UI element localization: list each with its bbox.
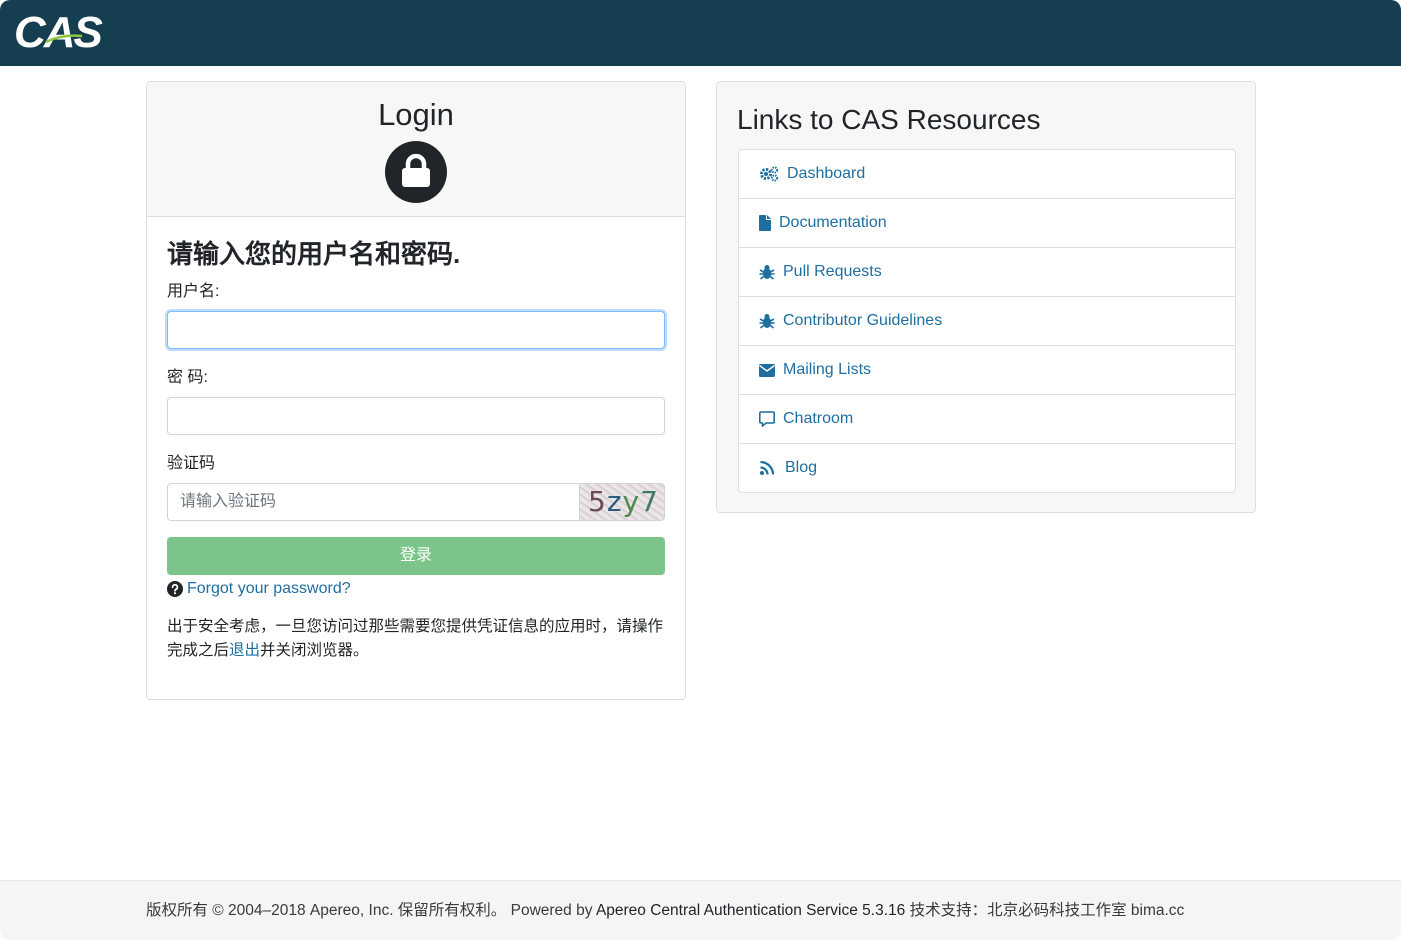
captcha-image[interactable]: 5zy7 bbox=[579, 483, 665, 521]
username-input[interactable] bbox=[167, 311, 665, 349]
password-label: 密 码: bbox=[167, 369, 208, 386]
question-circle-icon bbox=[167, 581, 183, 597]
login-card: Login 请输入您的用户名和密码. 用户名: 密 码: 验证码 5zy7 登录… bbox=[146, 81, 686, 700]
top-bar: CAS bbox=[0, 0, 1401, 66]
logo-text: CAS bbox=[14, 8, 103, 57]
file-icon bbox=[759, 215, 771, 231]
copyright-text: 版权所有 © 2004–2018 Apereo, Inc. 保留所有权利。 bbox=[146, 902, 507, 919]
security-notice: 出于安全考虑，一旦您访问过那些需要您提供凭证信息的应用时，请操作完成之后退出并关… bbox=[167, 618, 664, 659]
powered-prefix: Powered by bbox=[510, 902, 593, 919]
resources-title: Links to CAS Resources bbox=[737, 104, 1041, 135]
resource-link[interactable]: Blog bbox=[785, 458, 817, 478]
captcha-input[interactable] bbox=[167, 483, 579, 521]
resource-item-contributor-guidelines[interactable]: Contributor Guidelines bbox=[739, 297, 1235, 346]
logo-swoosh-icon bbox=[45, 34, 83, 44]
logout-link[interactable]: 退出 bbox=[229, 642, 260, 659]
bug-icon bbox=[759, 314, 775, 329]
resource-item-mailing-lists[interactable]: Mailing Lists bbox=[739, 346, 1235, 395]
login-header: Login bbox=[147, 82, 685, 217]
resources-card: Links to CAS Resources Dashboard Documen… bbox=[716, 81, 1256, 513]
powered-product: Apereo Central Authentication Service 5.… bbox=[595, 902, 906, 919]
cas-logo[interactable]: CAS bbox=[14, 8, 103, 57]
lock-icon bbox=[385, 141, 447, 203]
footer: 版权所有 © 2004–2018 Apereo, Inc. 保留所有权利。 Po… bbox=[0, 880, 1401, 940]
captcha-code: 5zy7 bbox=[588, 485, 659, 518]
resource-item-blog[interactable]: Blog bbox=[739, 444, 1235, 492]
resource-link[interactable]: Pull Requests bbox=[783, 262, 882, 282]
resource-link[interactable]: Dashboard bbox=[787, 164, 865, 184]
resource-item-chatroom[interactable]: Chatroom bbox=[739, 395, 1235, 444]
password-input[interactable] bbox=[167, 397, 665, 435]
footer-text: 版权所有 © 2004–2018 Apereo, Inc. 保留所有权利。 Po… bbox=[146, 901, 1184, 921]
resources-list: Dashboard Documentation Pull Requests Co… bbox=[738, 149, 1236, 493]
gears-icon bbox=[760, 166, 779, 182]
comment-icon bbox=[759, 411, 775, 427]
resource-item-dashboard[interactable]: Dashboard bbox=[739, 150, 1235, 199]
rss-icon bbox=[760, 460, 775, 475]
resource-link[interactable]: Contributor Guidelines bbox=[783, 311, 942, 331]
resource-item-documentation[interactable]: Documentation bbox=[739, 199, 1235, 248]
login-title: Login bbox=[378, 97, 454, 132]
forgot-password: Forgot your password? bbox=[167, 579, 351, 599]
support-text: 技术支持：北京必码科技工作室 bima.cc bbox=[909, 902, 1185, 919]
login-prompt: 请输入您的用户名和密码. bbox=[167, 239, 461, 269]
resource-item-pull-requests[interactable]: Pull Requests bbox=[739, 248, 1235, 297]
resource-link[interactable]: Documentation bbox=[779, 213, 887, 233]
resource-link[interactable]: Chatroom bbox=[783, 409, 853, 429]
envelope-icon bbox=[759, 363, 775, 377]
login-button[interactable]: 登录 bbox=[167, 537, 665, 575]
resource-link[interactable]: Mailing Lists bbox=[783, 360, 871, 380]
username-label: 用户名: bbox=[167, 283, 220, 300]
bug-icon bbox=[759, 265, 775, 280]
forgot-password-link[interactable]: Forgot your password? bbox=[187, 579, 351, 599]
captcha-label: 验证码 bbox=[167, 455, 216, 472]
